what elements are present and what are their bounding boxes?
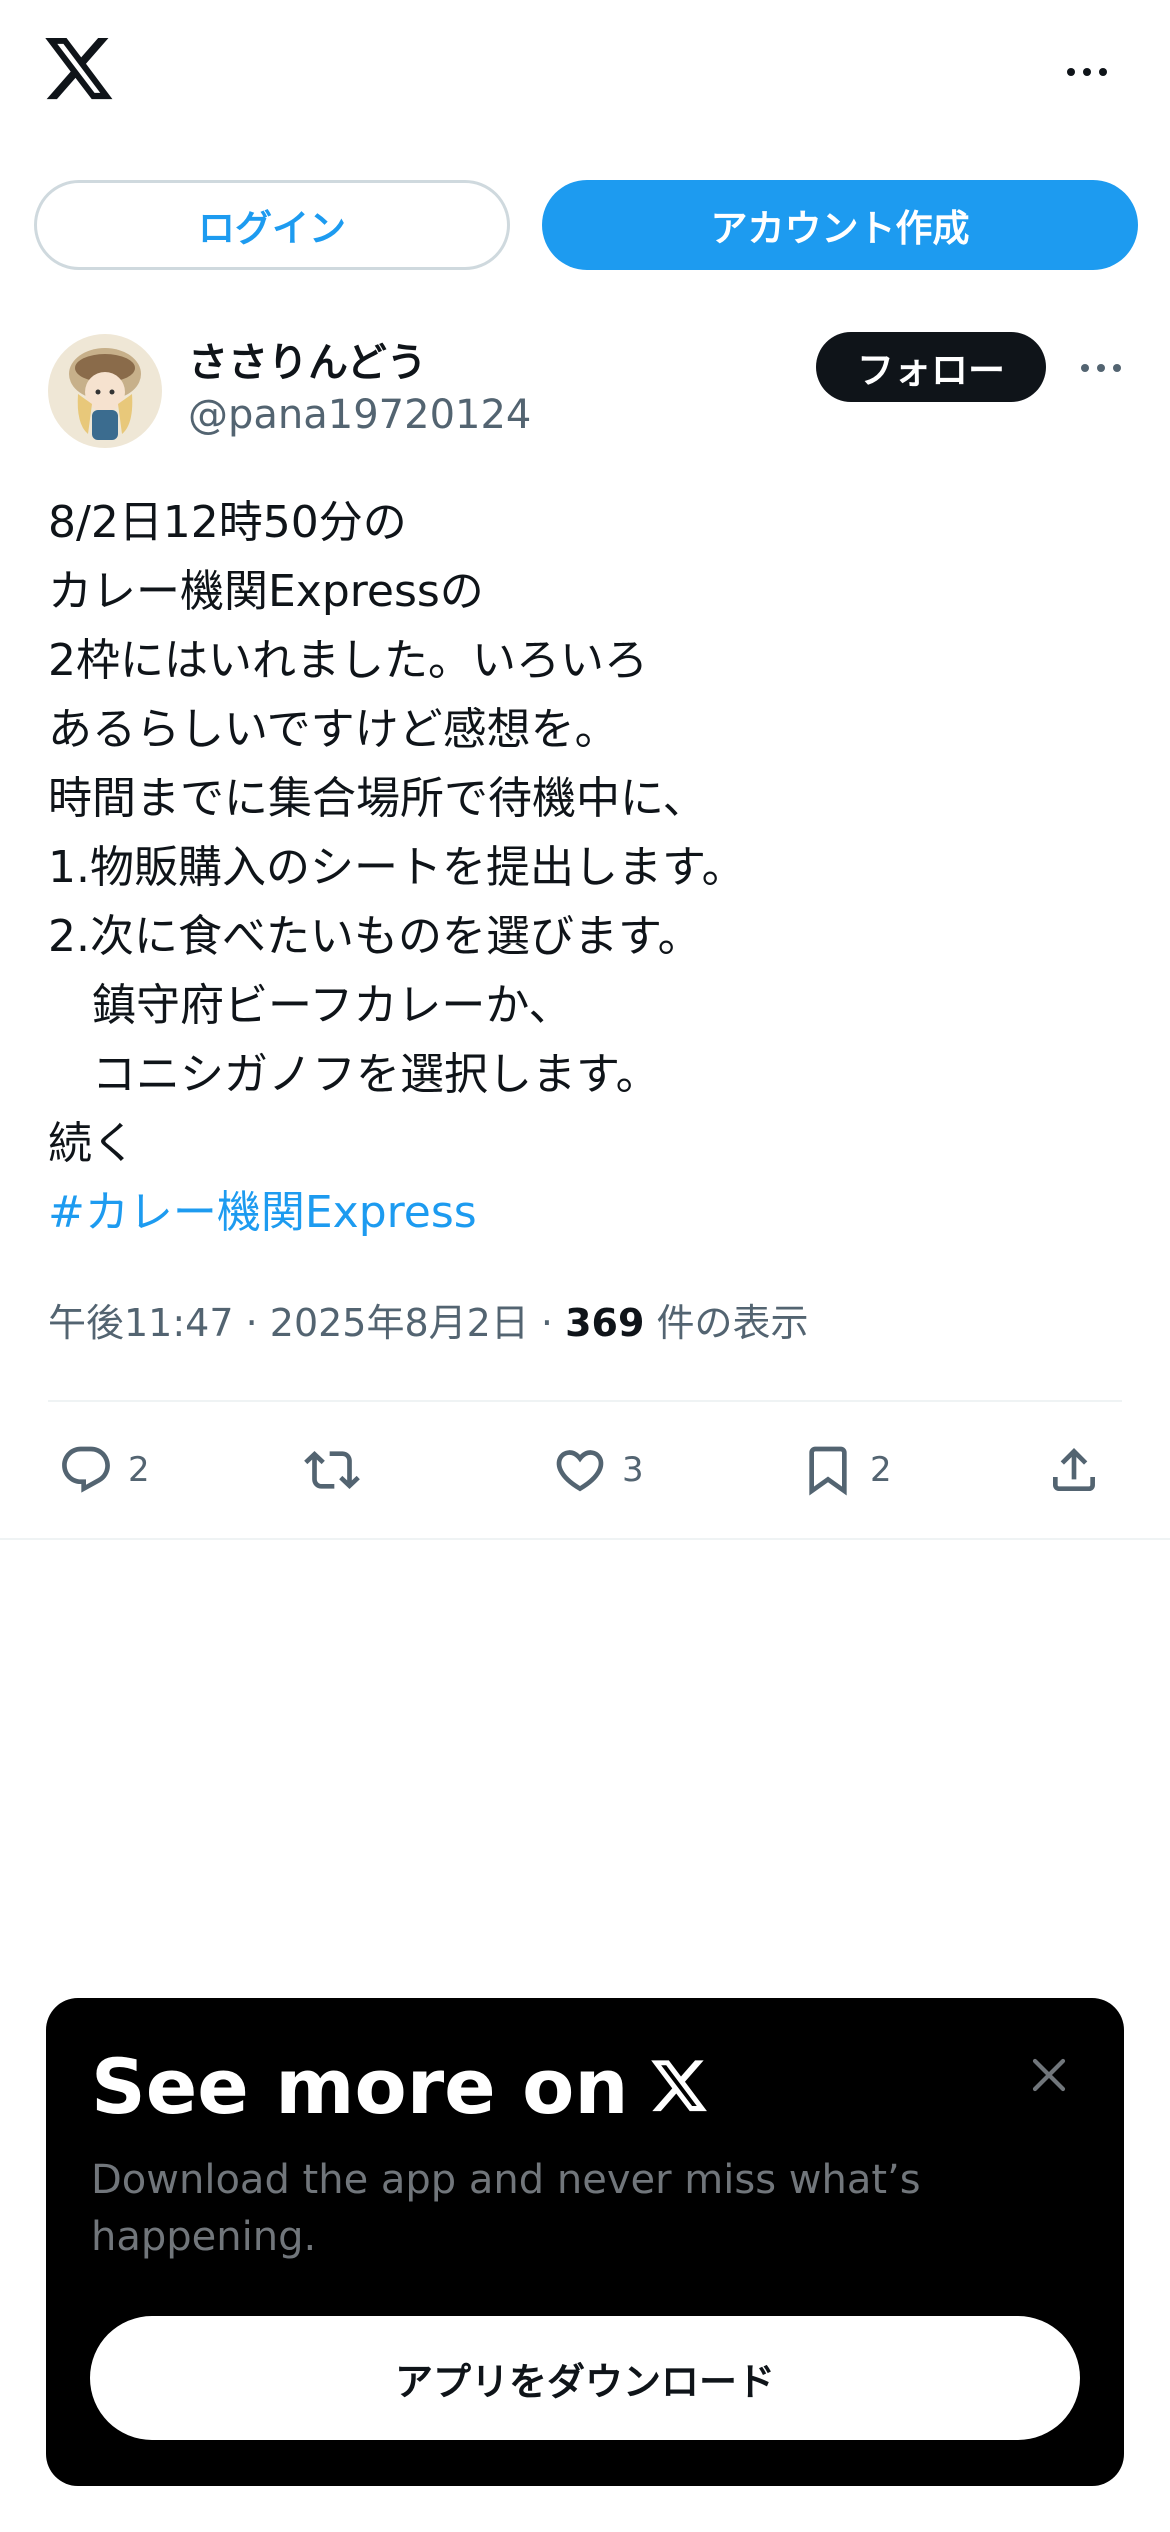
post-more-icon[interactable]	[1076, 356, 1126, 380]
meta-separator: ·	[233, 1301, 270, 1345]
more-dot	[1099, 68, 1107, 76]
tweet-line: 続く	[48, 1118, 136, 1169]
top-bar	[0, 0, 1170, 150]
tweet-line: 2枠にはいれました。いろいろ	[48, 635, 648, 686]
share-icon	[1053, 1448, 1095, 1491]
login-button[interactable]: ログイン	[34, 180, 510, 270]
share-button[interactable]	[1046, 1430, 1102, 1510]
divider	[0, 1538, 1170, 1540]
post-meta: 午後11:47 · 2025年8月2日 · 369 件の表示	[48, 1292, 809, 1347]
more-dot	[1067, 68, 1075, 76]
promo-title: See more on	[91, 2042, 709, 2131]
promo-title-text: See more on	[91, 2042, 629, 2131]
meta-separator: ·	[528, 1301, 566, 1345]
x-logo-icon[interactable]	[45, 38, 115, 102]
tweet-line: 2.次に食べたいものを選びます。	[48, 911, 702, 962]
like-button[interactable]: 3	[552, 1430, 644, 1510]
display-name[interactable]: ささりんどう	[188, 330, 427, 388]
repost-button[interactable]	[304, 1430, 360, 1510]
auth-buttons: ログイン アカウント作成	[34, 180, 1138, 270]
views-label: 件の表示	[644, 1301, 809, 1345]
more-dot	[1097, 364, 1105, 372]
bookmark-icon	[809, 1446, 847, 1496]
post-actions: 2 3 2	[48, 1430, 1122, 1510]
tweet-line: コニシガノフを選択します。	[48, 1049, 660, 1100]
more-options-icon[interactable]	[1062, 60, 1112, 84]
avatar[interactable]	[48, 334, 162, 448]
create-account-button[interactable]: アカウント作成	[542, 180, 1138, 270]
app-promo-banner: See more on Download the app and never m…	[46, 1998, 1124, 2486]
more-dot	[1081, 364, 1089, 372]
post-date[interactable]: 2025年8月2日	[270, 1301, 529, 1345]
tweet-line: 8/2日12時50分の	[48, 497, 407, 548]
heart-icon	[556, 1450, 604, 1492]
reply-icon	[62, 1446, 110, 1493]
tweet-line: 時間までに集合場所で待機中に、	[48, 773, 707, 824]
close-icon[interactable]	[1028, 2054, 1070, 2096]
repost-icon	[304, 1451, 360, 1489]
divider	[48, 1400, 1122, 1402]
follow-button[interactable]: フォロー	[816, 332, 1046, 402]
bookmark-count: 2	[870, 1450, 892, 1490]
user-handle[interactable]: @pana19720124	[188, 392, 531, 438]
reply-button[interactable]: 2	[58, 1430, 150, 1510]
tweet-line: 1.物販購入のシートを提出します。	[48, 842, 746, 893]
bookmark-button[interactable]: 2	[800, 1430, 892, 1510]
tweet-line: あるらしいですけど感想を。	[48, 704, 619, 755]
post-header: ささりんどう @pana19720124 フォロー	[48, 330, 1128, 450]
like-count: 3	[622, 1450, 644, 1490]
more-dot	[1113, 364, 1121, 372]
download-app-button[interactable]: アプリをダウンロード	[90, 2316, 1080, 2440]
views-count: 369	[565, 1301, 645, 1345]
promo-description: Download the app and never miss what’s h…	[91, 2157, 921, 2260]
more-dot	[1083, 68, 1091, 76]
reply-count: 2	[128, 1450, 150, 1490]
tweet-text: 8/2日12時50分の カレー機関Expressの 2枠にはいれました。いろいろ…	[48, 488, 1128, 1247]
tweet-line: カレー機関Expressの	[48, 566, 484, 617]
tweet-line: 鎮守府ビーフカレーか、	[48, 980, 573, 1031]
post-time[interactable]: 午後11:47	[48, 1301, 234, 1345]
hashtag-link[interactable]: #カレー機関Express	[48, 1178, 1128, 1247]
avatar-image	[48, 334, 162, 448]
x-logo-icon	[650, 2059, 707, 2111]
